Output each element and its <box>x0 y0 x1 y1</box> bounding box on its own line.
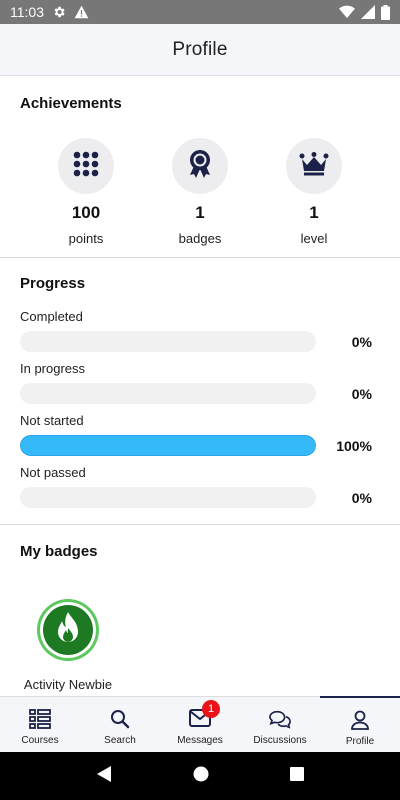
progress-section: Progress Completed 0% In progress 0% Not… <box>0 258 400 525</box>
achievement-icon-circle <box>286 138 342 194</box>
page-title: Profile <box>172 38 228 60</box>
person-icon <box>349 710 371 730</box>
grid-icon <box>73 151 99 182</box>
achievement-badges: 1 badges <box>172 138 228 246</box>
progress-bar <box>20 331 316 352</box>
profile-content[interactable]: Achievements 100 points 1 badges 1 level… <box>0 76 400 696</box>
nav-search[interactable]: Search <box>80 697 160 752</box>
award-icon <box>187 149 213 184</box>
progress-percent: 0% <box>351 489 372 506</box>
progress-item-not-passed: Not passed 0% <box>20 466 380 518</box>
my-badges-title: My badges <box>20 543 98 560</box>
unread-count-badge: 1 <box>202 700 220 718</box>
mail-icon: 1 <box>189 700 220 729</box>
recents-icon[interactable] <box>289 766 304 786</box>
achievements-section: Achievements 100 points 1 badges 1 level <box>0 76 400 258</box>
nav-label: Search <box>104 735 136 746</box>
progress-item-completed: Completed 0% <box>20 310 380 362</box>
achievement-icon-circle <box>172 138 228 194</box>
progress-bar-fill <box>20 435 316 456</box>
achievement-label: points <box>68 231 104 246</box>
nav-label: Messages <box>177 735 223 746</box>
progress-label: In progress <box>20 361 86 376</box>
achievement-value: 1 <box>195 203 205 222</box>
progress-percent: 0% <box>351 333 372 350</box>
progress-bar <box>20 487 316 508</box>
my-badges-section: My badges Activity Newbie <box>0 525 400 696</box>
badge-label: Activity Newbie <box>23 677 113 692</box>
discussions-icon <box>269 709 291 729</box>
achievement-points: 100 points <box>58 138 114 246</box>
nav-discussions[interactable]: Discussions <box>240 697 320 752</box>
app-bar: Profile <box>0 24 400 76</box>
achievement-icon-circle <box>58 138 114 194</box>
nav-label: Courses <box>21 735 59 746</box>
achievement-value: 100 <box>71 203 101 222</box>
progress-percent: 100% <box>336 437 372 454</box>
search-icon <box>109 709 131 729</box>
nav-profile[interactable]: Profile <box>320 696 400 752</box>
progress-bar <box>20 383 316 404</box>
settings-gear-icon <box>52 5 66 19</box>
crown-icon <box>299 151 329 181</box>
progress-item-in-progress: In progress 0% <box>20 362 380 414</box>
bottom-navigation: Courses Search 1 Messages Discussions Pr… <box>0 696 400 752</box>
achievements-title: Achievements <box>20 95 122 112</box>
courses-icon <box>29 709 51 729</box>
progress-label: Completed <box>20 309 83 324</box>
progress-percent: 0% <box>351 385 372 402</box>
nav-messages[interactable]: 1 Messages <box>160 697 240 752</box>
progress-bar <box>20 435 316 456</box>
system-navigation-bar <box>0 752 400 800</box>
battery-icon <box>381 4 390 20</box>
signal-icon <box>361 5 375 19</box>
nav-label: Profile <box>345 736 375 747</box>
status-time: 11:03 <box>10 4 44 20</box>
nav-courses[interactable]: Courses <box>0 697 80 752</box>
badge-item[interactable]: Activity Newbie <box>18 598 118 692</box>
nav-label: Discussions <box>253 735 307 746</box>
wifi-icon <box>339 5 355 19</box>
flame-badge-icon <box>36 598 100 667</box>
status-bar: 11:03 <box>0 0 400 24</box>
warning-icon <box>74 5 89 19</box>
progress-title: Progress <box>20 275 86 292</box>
progress-item-not-started: Not started 100% <box>20 414 380 466</box>
progress-label: Not passed <box>20 465 86 480</box>
achievement-label: level <box>300 231 328 246</box>
progress-label: Not started <box>20 413 84 428</box>
achievement-value: 1 <box>309 203 319 222</box>
home-icon[interactable] <box>193 766 209 787</box>
achievement-label: badges <box>178 231 222 246</box>
back-icon[interactable] <box>96 765 112 788</box>
achievement-level: 1 level <box>286 138 342 246</box>
